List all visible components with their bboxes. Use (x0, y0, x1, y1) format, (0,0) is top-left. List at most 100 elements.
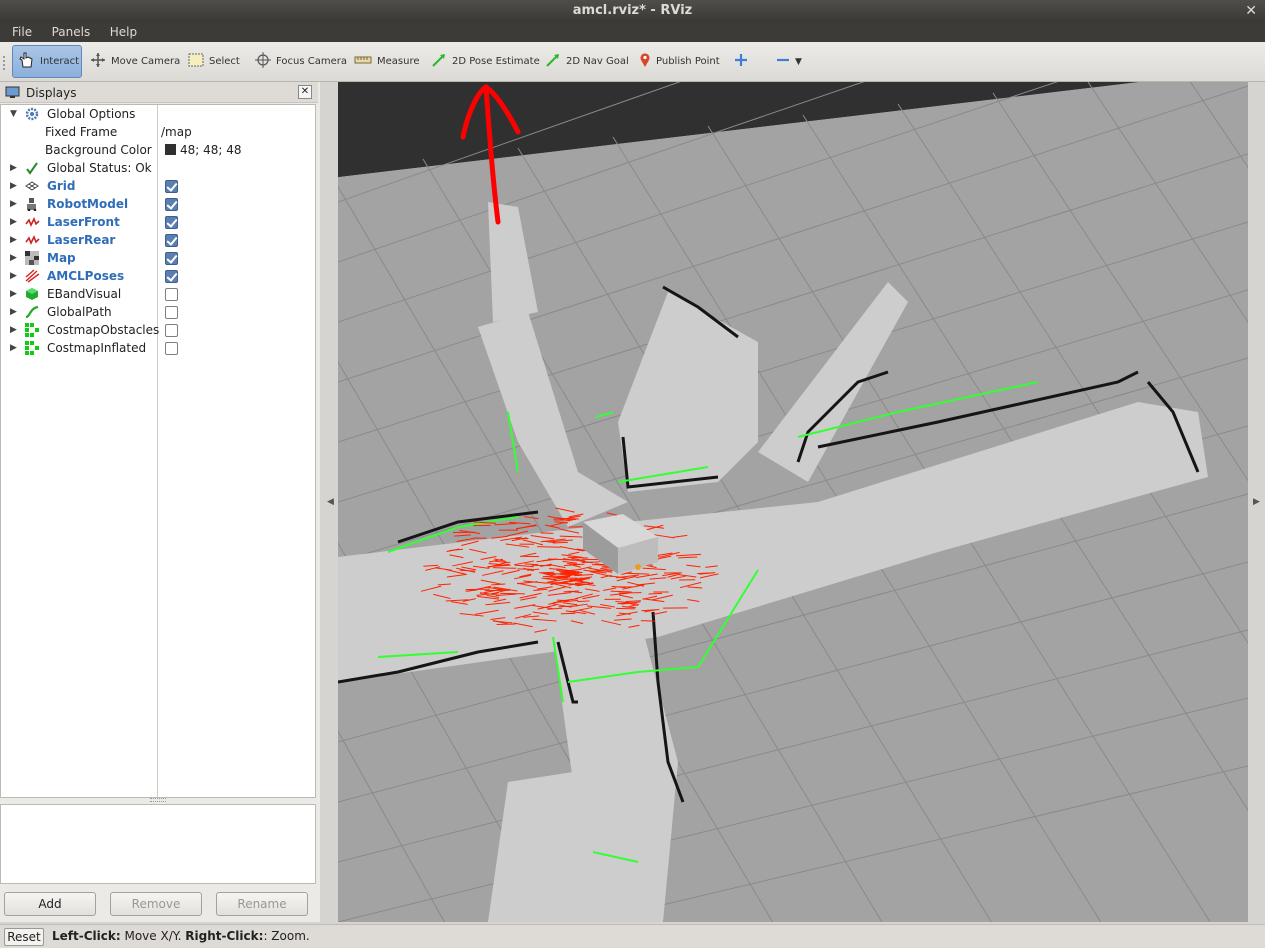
focus-camera-tool-button[interactable]: Focus Camera (251, 45, 351, 78)
display-enabled-checkbox[interactable] (165, 198, 178, 211)
gear-icon (25, 107, 40, 121)
display-name-label: GlobalPath (47, 305, 112, 319)
pose-particle (577, 600, 590, 603)
expand-arrow-icon[interactable]: ▶ (10, 339, 17, 357)
display-enabled-checkbox[interactable] (165, 342, 178, 355)
expand-arrow-icon[interactable]: ▶ (10, 267, 17, 285)
select-label: Select (209, 56, 240, 67)
select-tool-button[interactable]: Select (184, 45, 244, 78)
displays-panel-title: Displays (26, 86, 77, 100)
pose-particle (581, 561, 600, 563)
reset-button[interactable]: Reset (4, 928, 44, 946)
tree-row-display[interactable]: ▶ Grid (1, 177, 315, 195)
tree-row-display[interactable]: ▶ LaserFront (1, 213, 315, 231)
pose-particle (616, 607, 635, 610)
expand-arrow-icon[interactable]: ▶ (10, 213, 17, 231)
publish-point-tool-button[interactable]: Publish Point (635, 45, 724, 78)
display-enabled-checkbox[interactable] (165, 234, 178, 247)
tree-row-display[interactable]: ▶ GlobalPath (1, 303, 315, 321)
menu-bar: File Panels Help (0, 22, 1265, 42)
display-name-label: EBandVisual (47, 287, 122, 301)
pose-estimate-tool-button[interactable]: 2D Pose Estimate (427, 45, 544, 78)
toolbar-grip[interactable] (3, 56, 7, 70)
close-window-icon[interactable]: ✕ (1245, 0, 1257, 22)
tree-row-display[interactable]: ▶ AMCLPoses (1, 267, 315, 285)
tree-row-display[interactable]: ▶ RobotModel (1, 195, 315, 213)
global-status-label: Global Status: Ok (47, 161, 152, 175)
rename-display-button[interactable]: Rename (216, 892, 308, 916)
menu-panels[interactable]: Panels (52, 22, 91, 42)
render-viewport[interactable] (338, 82, 1248, 922)
marker-icon (25, 287, 40, 301)
expand-arrow-icon[interactable]: ▶ (10, 195, 17, 213)
3d-scene[interactable] (338, 82, 1248, 922)
expand-arrow-icon[interactable]: ▼ (10, 105, 17, 123)
display-name-label: AMCLPoses (47, 269, 125, 283)
add-display-button[interactable]: Add (4, 892, 96, 916)
move-camera-tool-button[interactable]: Move Camera (86, 45, 184, 78)
expand-arrow-icon[interactable]: ▶ (10, 231, 17, 249)
nav-goal-tool-button[interactable]: 2D Nav Goal (541, 45, 633, 78)
tree-row-global-status[interactable]: ▶ Global Status: Ok (1, 159, 315, 177)
tree-row-display[interactable]: ▶ LaserRear (1, 231, 315, 249)
display-enabled-checkbox[interactable] (165, 180, 178, 193)
expand-arrow-icon[interactable]: ▶ (10, 249, 17, 267)
pose-particle (557, 599, 570, 602)
display-name-label: CostmapObstacles (47, 323, 160, 337)
display-enabled-checkbox[interactable] (165, 324, 178, 337)
grid-cells-icon (25, 323, 40, 337)
background-color-text: 48; 48; 48 (180, 143, 242, 157)
display-name-label: Map (47, 251, 76, 265)
expand-arrow-icon[interactable]: ▶ (10, 321, 17, 339)
tree-row-display[interactable]: ▶ CostmapObstacles (1, 321, 315, 339)
fixed-frame-value[interactable]: /map (161, 123, 192, 141)
laser-icon (25, 233, 40, 247)
expand-arrow-icon[interactable]: ▶ (10, 177, 17, 195)
collapse-left-arrow-icon[interactable]: ◀ (327, 497, 334, 507)
focus-camera-label: Focus Camera (276, 56, 347, 67)
tree-row-global-options[interactable]: ▼ Global Options (1, 105, 315, 123)
display-enabled-checkbox[interactable] (165, 216, 178, 229)
green-arrow-icon (431, 52, 447, 71)
tree-row-display[interactable]: ▶ Map (1, 249, 315, 267)
green-arrow-icon (545, 52, 561, 71)
pose-particle (540, 532, 554, 534)
path-icon (25, 305, 40, 319)
map-icon (25, 251, 40, 265)
window-title: amcl.rviz* - RViz (572, 3, 693, 18)
tree-row-display[interactable]: ▶ CostmapInflated (1, 339, 315, 357)
expand-arrow-icon[interactable]: ▶ (10, 285, 17, 303)
tree-row-fixed-frame[interactable]: Fixed Frame /map (1, 123, 315, 141)
expand-arrow-icon[interactable]: ▶ (10, 303, 17, 321)
tree-row-background-color[interactable]: Background Color 48; 48; 48 (1, 141, 315, 159)
background-color-value[interactable]: 48; 48; 48 (161, 141, 242, 159)
pose-particle (697, 572, 714, 574)
remove-display-button[interactable]: Remove (110, 892, 202, 916)
add-tool-button[interactable] (730, 45, 757, 78)
pose-particle (552, 541, 568, 544)
move-camera-label: Move Camera (111, 56, 181, 67)
panel-splitter[interactable] (150, 798, 166, 802)
display-name-label: CostmapInflated (47, 341, 147, 355)
interact-tool-button[interactable]: Interact (12, 45, 82, 78)
display-enabled-checkbox[interactable] (165, 270, 178, 283)
collapse-right-arrow-icon[interactable]: ▶ (1253, 497, 1260, 507)
menu-help[interactable]: Help (110, 22, 137, 42)
display-description-box (0, 804, 316, 884)
robot-icon (25, 197, 40, 212)
expand-arrow-icon[interactable]: ▶ (10, 159, 17, 177)
pose-particle (538, 571, 555, 574)
chevron-down-icon[interactable]: ▼ (795, 57, 802, 67)
display-enabled-checkbox[interactable] (165, 306, 178, 319)
menu-file[interactable]: File (12, 22, 32, 42)
display-enabled-checkbox[interactable] (165, 288, 178, 301)
nav-goal-label: 2D Nav Goal (566, 56, 629, 67)
measure-tool-button[interactable]: Measure (350, 45, 424, 78)
tree-row-display[interactable]: ▶ EBandVisual (1, 285, 315, 303)
pose-particle (537, 546, 561, 548)
remove-tool-button[interactable]: ▼ (772, 45, 806, 78)
right-click-label: Right-Click: (185, 929, 264, 943)
display-enabled-checkbox[interactable] (165, 252, 178, 265)
fixed-frame-label: Fixed Frame (45, 125, 118, 139)
close-panel-icon[interactable]: ✕ (298, 85, 312, 99)
